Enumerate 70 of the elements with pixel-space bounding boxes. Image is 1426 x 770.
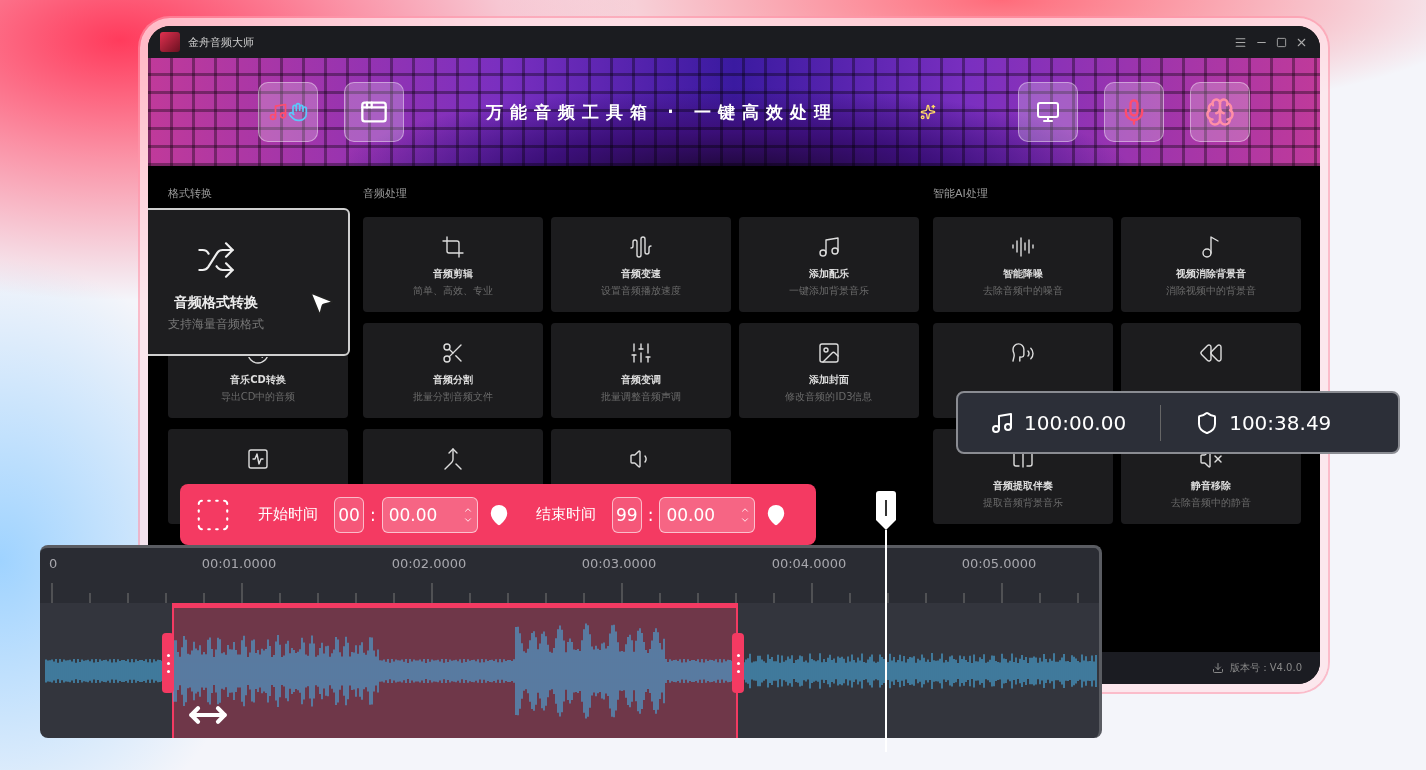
download-icon (1211, 662, 1224, 674)
card-title: 音频格式转换 (174, 294, 258, 312)
tool-card[interactable]: 音频变调 批量调整音频声调 (551, 323, 731, 418)
card-subtitle: 批量分割音频文件 (413, 390, 493, 404)
card-title: 音频分割 (433, 373, 473, 387)
time-tick-label: 00:04.0000 (771, 556, 847, 571)
menu-icon[interactable] (1234, 35, 1247, 49)
card-subtitle: 去除音频中的静音 (1171, 496, 1251, 510)
music-note-icon (817, 235, 841, 259)
time-separator: : (647, 504, 654, 525)
time-tick-label: 00:05.0000 (961, 556, 1037, 571)
sound-bars-icon (1011, 235, 1035, 259)
tool-card[interactable]: 音频剪辑 简单、高效、专业 (363, 217, 543, 312)
card-subtitle: 消除视频中的背景音 (1166, 284, 1256, 298)
card-subtitle: 设置音频播放速度 (601, 284, 681, 298)
shuffle-icon (196, 240, 236, 280)
version-text: 版本号：V4.0.0 (1229, 661, 1302, 675)
playhead[interactable] (874, 490, 898, 752)
crop-icon (441, 235, 465, 259)
card-subtitle: 提取音频背景音乐 (983, 496, 1063, 510)
sliders-icon (629, 341, 653, 365)
section-title: 格式转换 (168, 186, 213, 200)
banner-slogan: 万能音频工具箱 · 一键高效处理 (486, 100, 838, 124)
hover-card-tooltip[interactable]: 音频格式转换 支持海量音频格式 (148, 208, 350, 356)
image-icon (817, 341, 841, 365)
section-title: 智能AI处理 (933, 186, 989, 200)
maximize-icon[interactable] (1276, 36, 1287, 48)
card-title: 视频消除背景音 (1176, 267, 1246, 281)
app-logo-icon (160, 32, 180, 52)
tool-card[interactable]: 音频分割 批量分割音频文件 (363, 323, 543, 418)
card-subtitle: 批量调整音频声调 (601, 390, 681, 404)
time-label: 开始时间 (258, 505, 318, 524)
selection-handle[interactable] (732, 633, 744, 693)
app-window-tile-icon (344, 82, 404, 142)
microphone-tile-icon (1104, 82, 1164, 142)
pulse-square-icon (246, 447, 270, 471)
waveform-icon (629, 235, 653, 259)
sparkle-icon (919, 104, 936, 120)
music-note-icon (990, 410, 1014, 435)
section-title: 音频处理 (363, 186, 408, 200)
card-title: 添加配乐 (809, 267, 849, 281)
time-tick-label: 00:02.0000 (391, 556, 467, 571)
card-title: 静音移除 (1191, 479, 1231, 493)
card-subtitle: 修改音频的ID3信息 (785, 390, 873, 404)
time-label: 结束时间 (535, 505, 596, 524)
card-title: 智能降噪 (1003, 267, 1043, 281)
time-tick-label: 00:03.0000 (581, 556, 657, 571)
card-subtitle: 简单、高效、专业 (413, 284, 493, 298)
card-title: 音频变速 (621, 267, 661, 281)
card-title: 音频提取伴奏 (993, 479, 1053, 493)
card-subtitle: 去除音频中的噪音 (983, 284, 1063, 298)
card-title: 音频变调 (621, 373, 661, 387)
card-title: 添加封面 (809, 373, 849, 387)
card-title: 音乐CD转换 (230, 373, 286, 387)
card-title: 音频剪辑 (433, 267, 473, 281)
time-separator: : (370, 504, 376, 525)
time-tick-label: 00:01.0000 (201, 556, 277, 571)
head-tile-icon (1190, 82, 1250, 142)
rewind-icon (1199, 341, 1223, 365)
window-title: 金舟音频大师 (188, 34, 255, 50)
speaking-head-icon (1011, 341, 1035, 365)
card-subtitle: 导出CD中的音频 (220, 390, 296, 404)
monitor-tile-icon (1018, 82, 1078, 142)
tool-card[interactable]: 添加封面 修改音频的ID3信息 (739, 323, 919, 418)
tool-card[interactable]: 音频变速 设置音频播放速度 (551, 217, 731, 312)
tool-card[interactable]: 智能降噪 去除音频中的噪音 (933, 217, 1113, 312)
time-tick-label: 0 (49, 556, 58, 571)
selection-handle[interactable] (162, 633, 174, 693)
music-hand-tile-icon (258, 82, 318, 142)
tool-card[interactable]: 视频消除背景音 消除视频中的背景音 (1121, 217, 1301, 312)
